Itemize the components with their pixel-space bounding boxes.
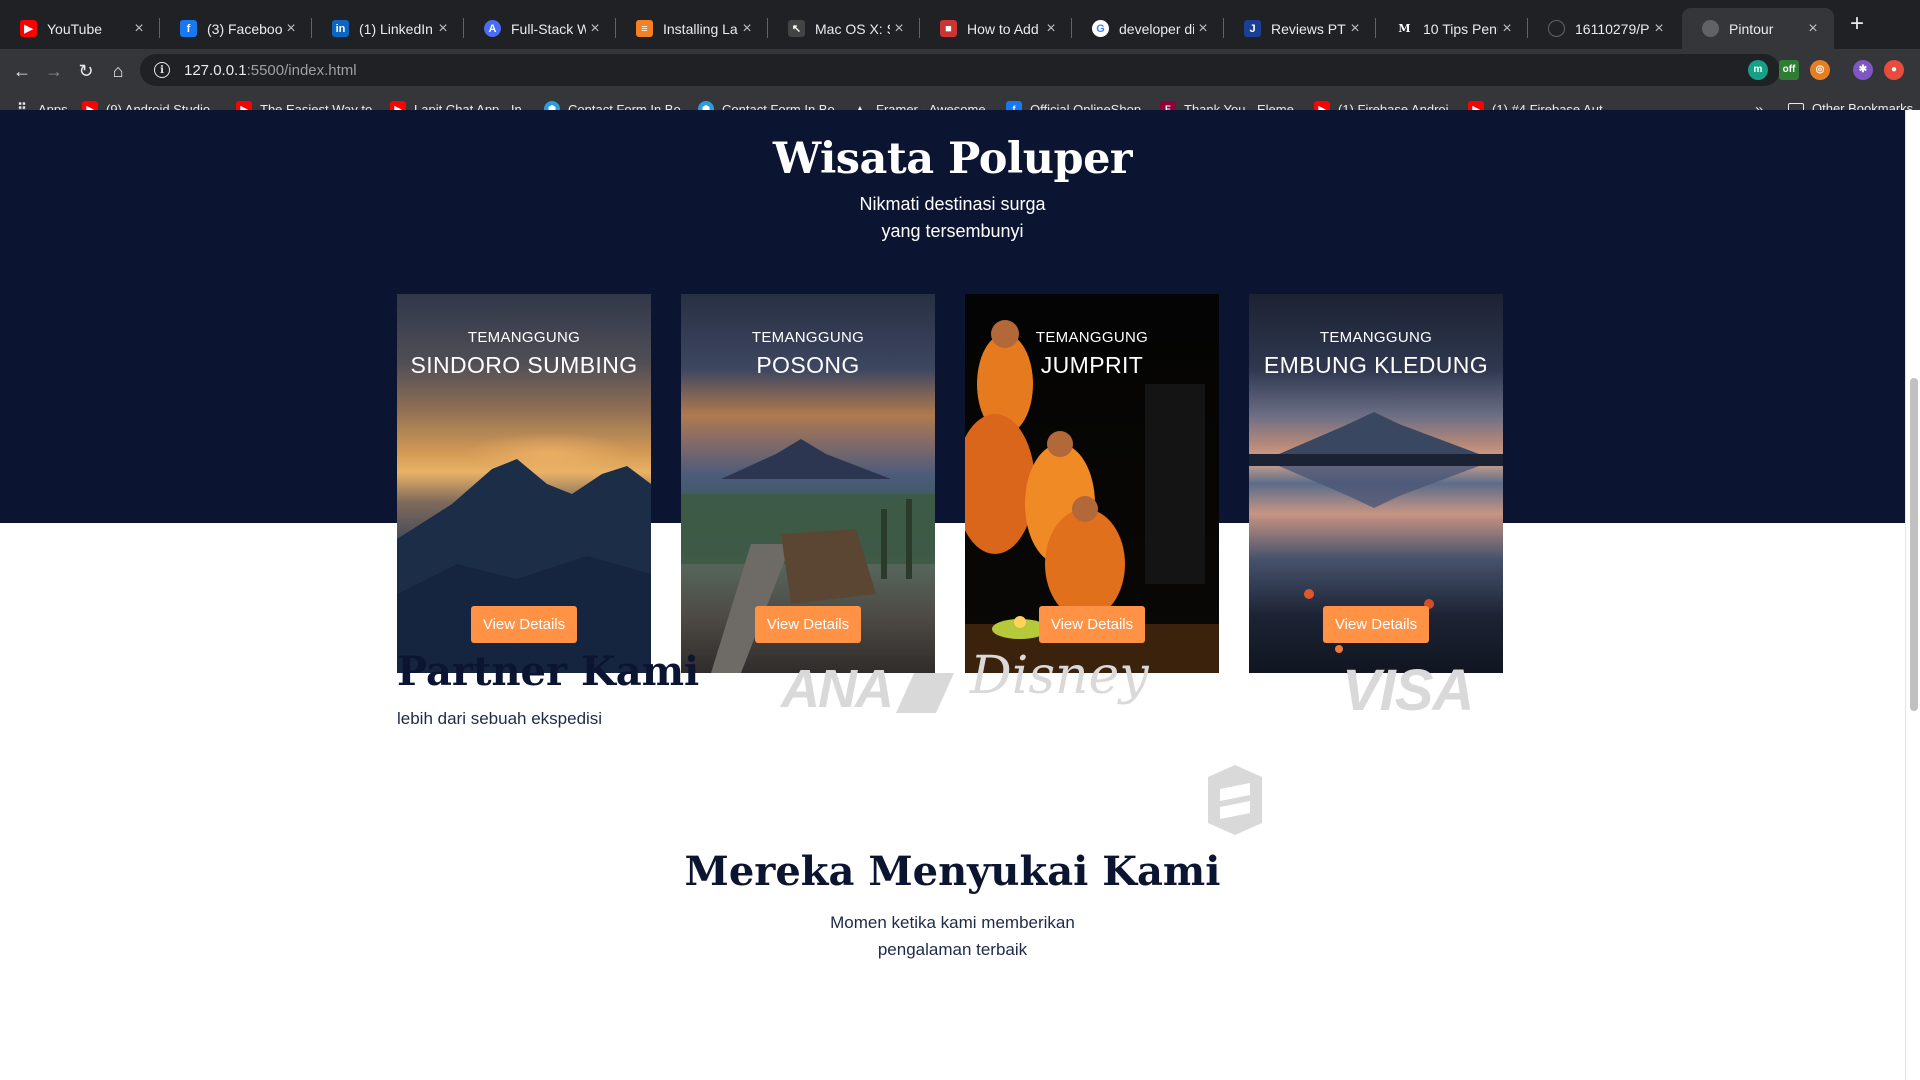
tab-title: Mac OS X: Set / [815, 20, 890, 37]
close-icon[interactable]: × [1194, 20, 1212, 38]
tab-title: (3) Facebook [207, 20, 282, 37]
extension-puzzle-icon[interactable]: ✱ [1853, 60, 1873, 80]
globe-icon [1702, 20, 1719, 37]
close-icon[interactable]: × [586, 20, 604, 38]
cursor-icon: ↖ [788, 20, 805, 37]
testimonials-subtitle-line: Momen ketika kami memberikan [830, 913, 1075, 932]
browser-tab[interactable]: G developer di pru × [1072, 8, 1224, 49]
close-icon[interactable]: × [1498, 20, 1516, 38]
generic-site-icon: A [484, 20, 501, 37]
medium-icon: M [1396, 20, 1413, 37]
close-icon[interactable]: × [1804, 20, 1822, 38]
page-scrollbar[interactable] [1905, 110, 1920, 1080]
back-button[interactable]: ← [8, 57, 36, 85]
browser-tab[interactable]: ▶ YouTube × [0, 8, 160, 49]
partner-subtitle: lebih dari sebuah ekspedisi [397, 709, 603, 728]
ana-logo: ANA [781, 658, 954, 720]
close-icon[interactable]: × [1346, 20, 1364, 38]
close-icon[interactable]: × [1042, 20, 1060, 38]
extension-translate-icon[interactable]: ◎ [1810, 60, 1830, 80]
ana-stripe-icon [896, 672, 954, 713]
view-details-button[interactable]: View Details [1039, 606, 1145, 643]
destination-card-embung-kledung[interactable]: TEMANGGUNG EMBUNG KLEDUNG View Details [1249, 294, 1503, 673]
new-tab-button[interactable]: + [1843, 10, 1871, 38]
testimonials-title: Mereka Menyukai Kami [684, 848, 1221, 895]
card-city: TEMANGGUNG [467, 329, 581, 346]
browser-tab[interactable]: M 10 Tips Penulisa × [1376, 8, 1528, 49]
tab-title: Installing Larave [663, 20, 738, 37]
testimonials-subtitle-line: pengalaman terbaik [877, 940, 1028, 959]
destination-card-sindoro-sumbing[interactable]: TEMANGGUNG SINDORO SUMBING View Details [397, 294, 651, 673]
profile-avatar[interactable]: ● [1884, 60, 1904, 80]
browser-tab[interactable]: 16110279/PRES × [1528, 8, 1680, 49]
address-bar[interactable]: i 127.0.0.1:5500/index.html ☆ [140, 54, 1780, 86]
view-details-button[interactable]: View Details [471, 606, 577, 643]
browser-tab[interactable]: ≡ Installing Larave × [616, 8, 768, 49]
stack-icon: ≡ [636, 20, 653, 37]
github-icon [1548, 20, 1565, 37]
hero-title: Wisata Poluper [772, 134, 1133, 184]
tab-title: Pintour [1729, 20, 1774, 37]
logo-text: ANA [781, 659, 894, 719]
facebook-icon: f [180, 20, 197, 37]
destination-card-posong[interactable]: TEMANGGUNG POSONG View Details [681, 294, 935, 673]
forward-button[interactable]: → [40, 57, 68, 85]
home-button[interactable]: ⌂ [104, 57, 132, 85]
tab-title: YouTube [47, 20, 103, 37]
url-text[interactable]: 127.0.0.1:5500/index.html [184, 62, 357, 79]
browser-tab[interactable]: ↖ Mac OS X: Set / × [768, 8, 920, 49]
jobstreet-icon: J [1244, 20, 1261, 37]
browser-tab[interactable]: f (3) Facebook × [160, 8, 312, 49]
card-name: SINDORO SUMBING [410, 352, 638, 378]
view-details-button[interactable]: View Details [755, 606, 861, 643]
extension-m-icon[interactable]: m [1748, 60, 1768, 80]
tab-title: developer di pru [1119, 20, 1194, 37]
tab-title: 10 Tips Penulisa [1423, 20, 1498, 37]
partner-title: Partner Kami [397, 648, 700, 695]
testimonials-subtitle: Momen ketika kami memberikan pengalaman … [0, 909, 1905, 963]
scrollbar-thumb[interactable] [1910, 378, 1918, 711]
close-icon[interactable]: × [890, 20, 908, 38]
view-details-button[interactable]: View Details [1323, 606, 1429, 643]
url-host: 127.0.0.1 [184, 61, 247, 79]
youtube-icon: ▶ [20, 20, 37, 37]
close-icon[interactable]: × [282, 20, 300, 38]
extension-off-icon[interactable]: off [1779, 60, 1799, 80]
browser-tab-strip: ▶ YouTube × f (3) Facebook × in (1) Link… [0, 0, 1920, 49]
card-name: POSONG [756, 352, 860, 378]
browser-tab[interactable]: A Full-Stack Web D × [464, 8, 616, 49]
shield-logo-icon [1208, 765, 1262, 835]
card-city: TEMANGGUNG [751, 329, 865, 346]
close-icon[interactable]: × [434, 20, 452, 38]
close-icon[interactable]: × [738, 20, 756, 38]
site-icon: ■ [940, 20, 957, 37]
google-icon: G [1092, 20, 1109, 37]
visa-logo: VISA [1342, 658, 1474, 723]
browser-tab-active[interactable]: Pintour × [1682, 8, 1834, 49]
browser-tab[interactable]: ■ How to Add Lara × [920, 8, 1072, 49]
tab-title: How to Add Lara [967, 20, 1042, 37]
url-path: :5500/index.html [246, 61, 357, 79]
close-icon[interactable]: × [130, 20, 148, 38]
browser-toolbar: ← → ↻ ⌂ i 127.0.0.1:5500/index.html ☆ m … [0, 49, 1920, 92]
tab-title: (1) LinkedIn [359, 20, 433, 37]
hero-subtitle-line: yang tersembunyi [881, 221, 1024, 241]
reload-button[interactable]: ↻ [72, 57, 100, 85]
close-icon[interactable]: × [1650, 20, 1668, 38]
tab-title: Full-Stack Web D [511, 20, 586, 37]
linkedin-icon: in [332, 20, 349, 37]
disney-logo: Disney [970, 646, 1149, 706]
destination-card-jumprit[interactable]: TEMANGGUNG JUMPRIT View Details [965, 294, 1219, 673]
browser-tab[interactable]: in (1) LinkedIn × [312, 8, 464, 49]
card-city: TEMANGGUNG [1035, 329, 1149, 346]
tab-title: 16110279/PRES [1575, 20, 1650, 37]
card-city: TEMANGGUNG [1319, 329, 1433, 346]
hero-subtitle: Nikmati destinasi surga yang tersembunyi [0, 191, 1905, 245]
card-name: JUMPRIT [1040, 352, 1144, 378]
hero-subtitle-line: Nikmati destinasi surga [859, 194, 1046, 214]
card-name: EMBUNG KLEDUNG [1263, 352, 1489, 378]
tab-title: Reviews PT Prud [1271, 20, 1346, 37]
info-icon[interactable]: i [154, 62, 170, 78]
browser-tab[interactable]: J Reviews PT Prud × [1224, 8, 1376, 49]
